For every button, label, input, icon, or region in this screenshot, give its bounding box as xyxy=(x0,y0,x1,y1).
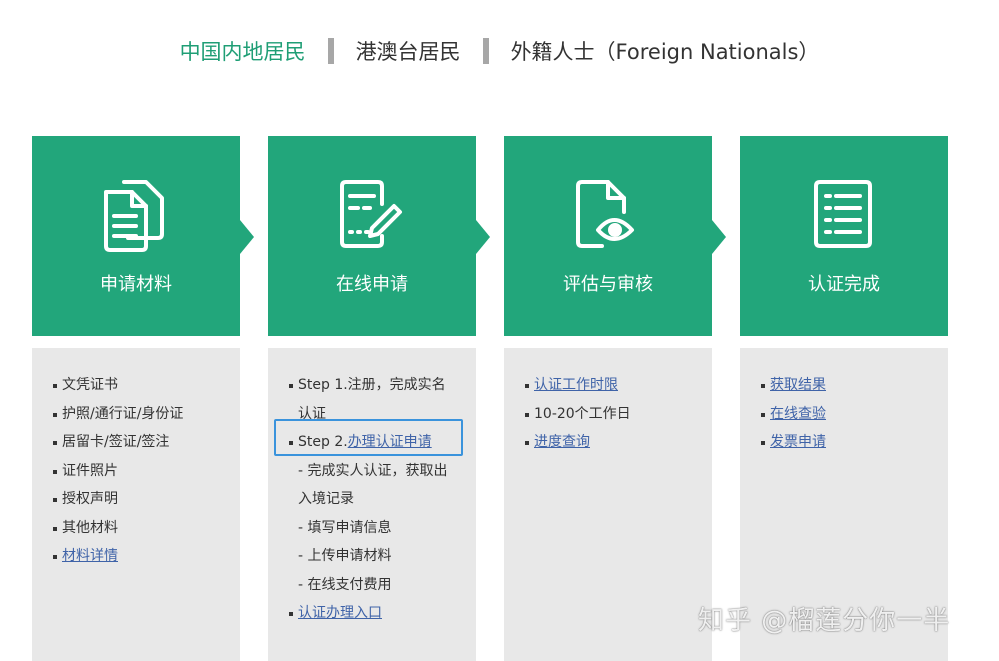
step2-highlight-box xyxy=(274,419,463,456)
form-edit-icon xyxy=(268,176,476,254)
list-item: 居留卡/签证/签注 xyxy=(32,428,240,457)
step-arrow xyxy=(476,220,490,254)
panel-online-application: Step 1.注册，完成实名 认证 Step 2.办理认证申请 - 完成实人认证… xyxy=(268,348,476,661)
list-item: 认证办理入口 xyxy=(268,599,476,628)
panel-materials: 文凭证书 护照/通行证/身份证 居留卡/签证/签注 证件照片 授权声明 其他材料… xyxy=(32,348,240,661)
completion-list: 获取结果 在线查验 发票申请 xyxy=(740,348,948,457)
list-item: - 完成实人认证，获取出 xyxy=(298,462,448,479)
checklist-icon xyxy=(740,176,948,254)
step-title: 申请材料 xyxy=(100,274,172,295)
list-item: 进度查询 xyxy=(504,428,712,457)
list-item: 文凭证书 xyxy=(32,371,240,400)
get-result-link[interactable]: 获取结果 xyxy=(770,377,826,393)
list-item: 证件照片 xyxy=(32,457,240,486)
residency-tabs: 中国内地居民 港澳台居民 外籍人士（Foreign Nationals） xyxy=(0,34,999,68)
tab-hk-macao-taiwan-residents[interactable]: 港澳台居民 xyxy=(356,36,461,66)
tab-divider xyxy=(327,38,334,64)
list-item: 在线查验 xyxy=(740,400,948,429)
list-item: 获取结果 xyxy=(740,371,948,400)
list-item: 材料详情 xyxy=(32,542,240,571)
list-item: 护照/通行证/身份证 xyxy=(32,400,240,429)
invoice-request-link[interactable]: 发票申请 xyxy=(770,434,826,450)
certification-entry-link[interactable]: 认证办理入口 xyxy=(298,605,382,621)
document-eye-icon xyxy=(504,176,712,254)
step-title: 评估与审核 xyxy=(563,274,653,295)
list-item: 10-20个工作日 xyxy=(504,400,712,429)
list-item: 授权声明 xyxy=(32,485,240,514)
step-card-assessment-review: 评估与审核 xyxy=(504,136,712,336)
materials-list: 文凭证书 护照/通行证/身份证 居留卡/签证/签注 证件照片 授权声明 其他材料… xyxy=(32,348,240,571)
step-card-online-application: 在线申请 xyxy=(268,136,476,336)
zhihu-watermark: 知乎 @榴莲分你一半 xyxy=(698,606,951,636)
online-verification-link[interactable]: 在线查验 xyxy=(770,406,826,422)
panel-assessment-review: 认证工作时限 10-20个工作日 进度查询 xyxy=(504,348,712,661)
tab-foreign-nationals[interactable]: 外籍人士（Foreign Nationals） xyxy=(511,36,820,66)
processing-time-link[interactable]: 认证工作时限 xyxy=(534,377,618,393)
review-list: 认证工作时限 10-20个工作日 进度查询 xyxy=(504,348,712,457)
step-card-certification-complete: 认证完成 xyxy=(740,136,948,336)
tab-divider xyxy=(482,38,489,64)
list-item: - 上传申请材料 xyxy=(298,548,392,564)
materials-details-link[interactable]: 材料详情 xyxy=(62,548,118,564)
application-steps-list: Step 1.注册，完成实名 认证 Step 2.办理认证申请 - 完成实人认证… xyxy=(268,348,476,628)
progress-query-link[interactable]: 进度查询 xyxy=(534,434,590,450)
step-title: 认证完成 xyxy=(808,274,880,295)
list-item: 发票申请 xyxy=(740,428,948,457)
step-card-materials: 申请材料 xyxy=(32,136,240,336)
list-item: 其他材料 xyxy=(32,514,240,543)
list-item: - 填写申请信息 xyxy=(298,519,392,536)
step-arrow xyxy=(240,220,254,254)
step-title: 在线申请 xyxy=(336,274,408,295)
documents-icon xyxy=(32,176,240,254)
tab-mainland-residents[interactable]: 中国内地居民 xyxy=(180,36,306,66)
list-item: - 在线支付费用 xyxy=(298,576,392,593)
step-arrow xyxy=(712,220,726,254)
list-item: 认证工作时限 xyxy=(504,371,712,400)
list-item: Step 1.注册，完成实名 xyxy=(268,371,476,400)
list-item: 入境记录 xyxy=(298,491,354,507)
